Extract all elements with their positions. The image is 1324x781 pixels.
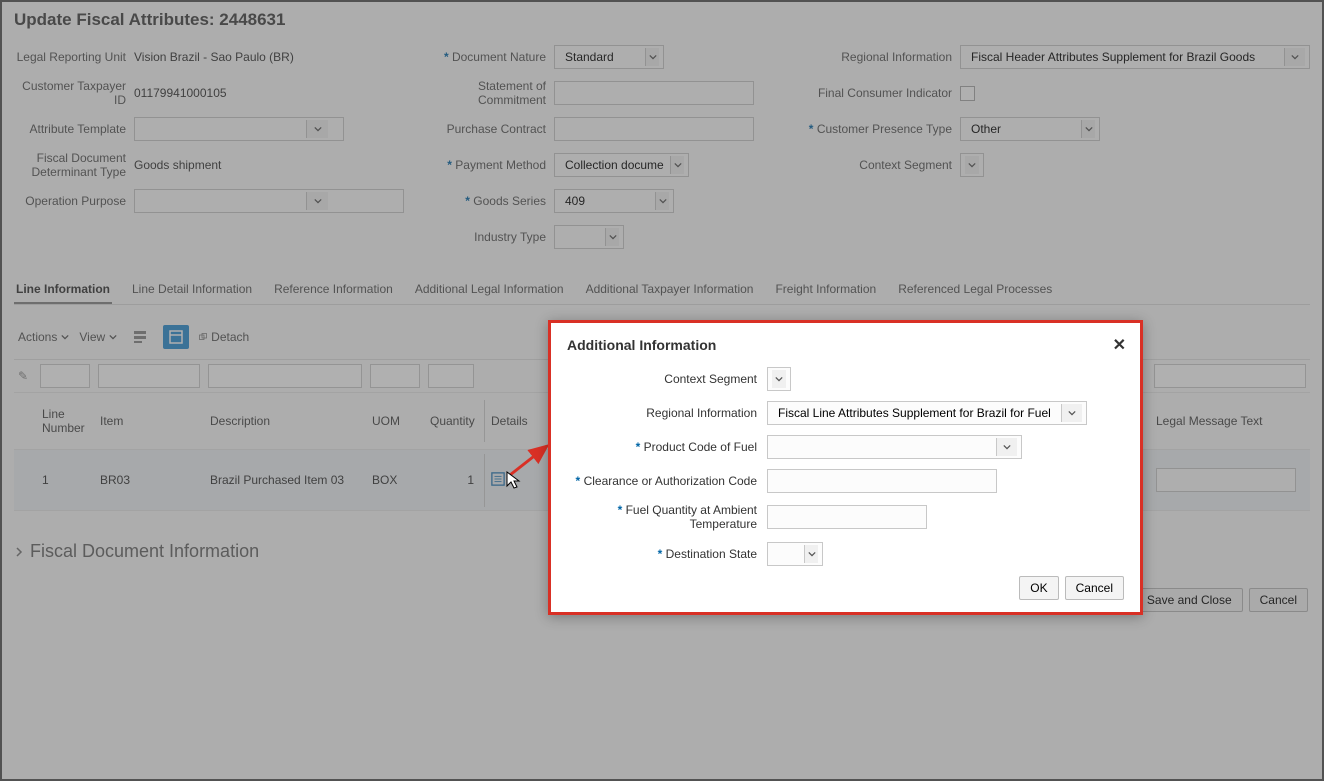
dialog-title: Additional Information bbox=[567, 337, 1124, 353]
label-regional-information: Regional Information bbox=[567, 406, 767, 420]
chevron-down-icon[interactable] bbox=[996, 438, 1017, 456]
ok-button[interactable]: OK bbox=[1019, 576, 1058, 600]
label-destination-state: Destination State bbox=[567, 547, 767, 561]
label-fuel-qty: Fuel Quantity at Ambient Temperature bbox=[567, 503, 767, 532]
product-code-fuel-combo[interactable] bbox=[767, 435, 1022, 459]
cancel-button[interactable]: Cancel bbox=[1065, 576, 1124, 600]
chevron-down-icon[interactable] bbox=[1061, 404, 1082, 422]
product-code-fuel-input[interactable] bbox=[772, 438, 996, 456]
label-context-segment: Context Segment bbox=[567, 372, 767, 386]
fuel-qty-input[interactable] bbox=[767, 505, 927, 529]
label-clearance-code: Clearance or Authorization Code bbox=[567, 474, 767, 488]
destination-state-input[interactable] bbox=[772, 545, 804, 563]
context-segment-select[interactable] bbox=[767, 367, 791, 391]
additional-information-dialog: Additional Information ✕ Context Segment… bbox=[548, 320, 1143, 615]
regional-information-select[interactable] bbox=[767, 401, 1087, 425]
regional-information-value[interactable] bbox=[772, 404, 1061, 422]
close-icon[interactable]: ✕ bbox=[1113, 335, 1126, 355]
dialog-footer: OK Cancel bbox=[567, 576, 1124, 600]
chevron-down-icon[interactable] bbox=[804, 545, 818, 563]
chevron-down-icon[interactable] bbox=[772, 370, 786, 388]
destination-state-combo[interactable] bbox=[767, 542, 823, 566]
clearance-code-input[interactable] bbox=[767, 469, 997, 493]
label-product-code-fuel: Product Code of Fuel bbox=[567, 440, 767, 454]
